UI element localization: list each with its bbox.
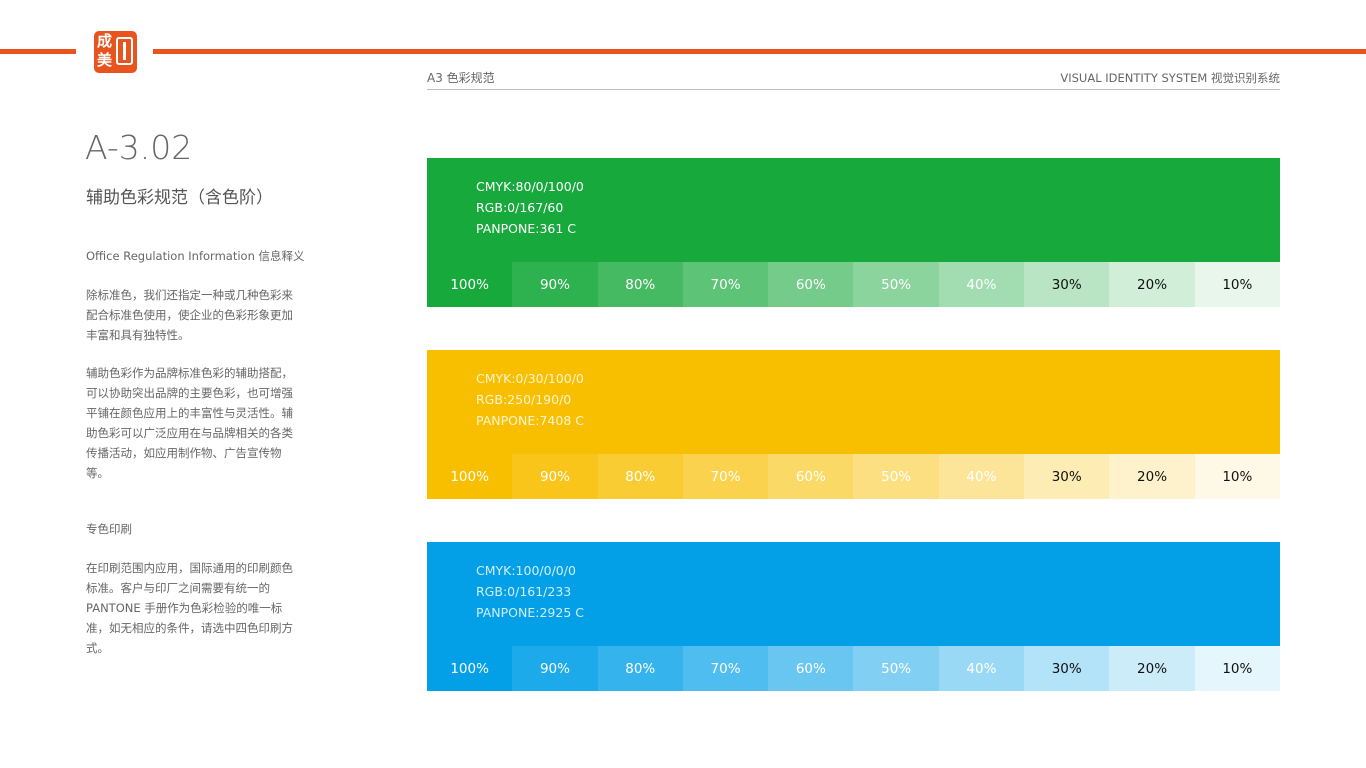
tint-swatch-blue-5: 60% <box>768 646 854 691</box>
swatch-main-green: CMYK:80/0/100/0 RGB:0/167/60 PANPONE:361… <box>427 158 1280 262</box>
color-panel-blue: CMYK:100/0/0/0 RGB:0/161/233 PANPONE:292… <box>427 542 1280 691</box>
color-spec-yellow: CMYK:0/30/100/0 RGB:250/190/0 PANPONE:74… <box>476 368 584 431</box>
tint-swatch-blue-9: 20% <box>1109 646 1195 691</box>
header-divider <box>427 89 1280 90</box>
tint-swatch-blue-4: 70% <box>682 646 769 691</box>
tint-swatch-blue-6: 50% <box>853 646 939 691</box>
brand-logo: 成 美 <box>94 31 137 73</box>
tint-swatch-blue-8: 30% <box>1024 646 1110 691</box>
tint-swatch-green-3: 80% <box>597 262 683 307</box>
tint-swatch-green-4: 70% <box>682 262 769 307</box>
info-section-title: Office Regulation Information 信息释义 <box>86 249 305 263</box>
tint-row-green: 100% 90% 80% 70% 60% 50% 40% 30% 20% 10% <box>427 262 1280 307</box>
logo-char-2: 美 <box>97 51 113 69</box>
rgb-value: RGB:0/167/60 <box>476 200 564 215</box>
system-label: VISUAL IDENTITY SYSTEM 视觉识别系统 <box>1060 71 1280 85</box>
rgb-value: RGB:0/161/233 <box>476 584 572 599</box>
tint-swatch-green-1: 100% <box>427 262 513 307</box>
intro-paragraph: 除标准色，我们还指定一种或几种色彩来配合标准色使用，使企业的色彩形象更加丰富和具… <box>86 288 293 342</box>
tint-swatch-yellow-9: 20% <box>1109 454 1195 499</box>
tint-swatch-green-8: 30% <box>1024 262 1110 307</box>
tint-swatch-green-10: 10% <box>1194 262 1280 307</box>
tint-swatch-yellow-7: 40% <box>938 454 1025 499</box>
tint-swatch-blue-1: 100% <box>427 646 513 691</box>
page-code: A-3.02 <box>85 128 193 167</box>
logo-char-1: 成 <box>97 32 113 50</box>
cmyk-value: CMYK:100/0/0/0 <box>476 563 576 578</box>
tint-swatch-yellow-2: 90% <box>512 454 598 499</box>
tint-swatch-yellow-8: 30% <box>1024 454 1110 499</box>
tint-swatch-green-2: 90% <box>512 262 598 307</box>
color-spec-blue: CMYK:100/0/0/0 RGB:0/161/233 PANPONE:292… <box>476 560 584 623</box>
cmyk-value: CMYK:0/30/100/0 <box>476 371 584 386</box>
pantone-value: PANPONE:7408 C <box>476 413 584 428</box>
tint-swatch-blue-10: 10% <box>1194 646 1280 691</box>
tint-swatch-green-7: 40% <box>938 262 1025 307</box>
page-title: 辅助色彩规范（含色阶） <box>86 188 273 208</box>
spot-print-paragraph: 在印刷范围内应用，国际通用的印刷颜色标准。客户与印厂之间需要有统一的PANTON… <box>86 561 293 655</box>
cmyk-value: CMYK:80/0/100/0 <box>476 179 584 194</box>
rgb-value: RGB:250/190/0 <box>476 392 572 407</box>
tint-swatch-green-9: 20% <box>1109 262 1195 307</box>
color-panel-yellow: CMYK:0/30/100/0 RGB:250/190/0 PANPONE:74… <box>427 350 1280 499</box>
section-label: A3 色彩规范 <box>427 71 495 85</box>
pantone-value: PANPONE:2925 C <box>476 605 584 620</box>
tint-swatch-blue-2: 90% <box>512 646 598 691</box>
tint-swatch-green-6: 50% <box>853 262 939 307</box>
logo-seal-icon <box>116 37 133 65</box>
tint-swatch-yellow-3: 80% <box>597 454 683 499</box>
tint-swatch-green-5: 60% <box>768 262 854 307</box>
color-spec-green: CMYK:80/0/100/0 RGB:0/167/60 PANPONE:361… <box>476 176 584 239</box>
tint-swatch-yellow-1: 100% <box>427 454 513 499</box>
tint-swatch-yellow-5: 60% <box>768 454 854 499</box>
swatch-main-yellow: CMYK:0/30/100/0 RGB:250/190/0 PANPONE:74… <box>427 350 1280 454</box>
header-accent-line-left <box>0 49 76 54</box>
tint-swatch-yellow-4: 70% <box>682 454 769 499</box>
tint-swatch-yellow-6: 50% <box>853 454 939 499</box>
swatch-main-blue: CMYK:100/0/0/0 RGB:0/161/233 PANPONE:292… <box>427 542 1280 646</box>
color-panel-green: CMYK:80/0/100/0 RGB:0/167/60 PANPONE:361… <box>427 158 1280 307</box>
tint-swatch-yellow-10: 10% <box>1194 454 1280 499</box>
tint-swatch-blue-3: 80% <box>597 646 683 691</box>
spot-print-title: 专色印刷 <box>86 522 132 536</box>
tint-row-blue: 100% 90% 80% 70% 60% 50% 40% 30% 20% 10% <box>427 646 1280 691</box>
tint-swatch-blue-7: 40% <box>938 646 1025 691</box>
header-accent-line-right <box>153 49 1366 54</box>
tint-row-yellow: 100% 90% 80% 70% 60% 50% 40% 30% 20% 10% <box>427 454 1280 499</box>
auxiliary-color-paragraph: 辅助色彩作为品牌标准色彩的辅助搭配，可以协助突出品牌的主要色彩，也可增强平铺在颜… <box>86 366 293 480</box>
pantone-value: PANPONE:361 C <box>476 221 577 236</box>
